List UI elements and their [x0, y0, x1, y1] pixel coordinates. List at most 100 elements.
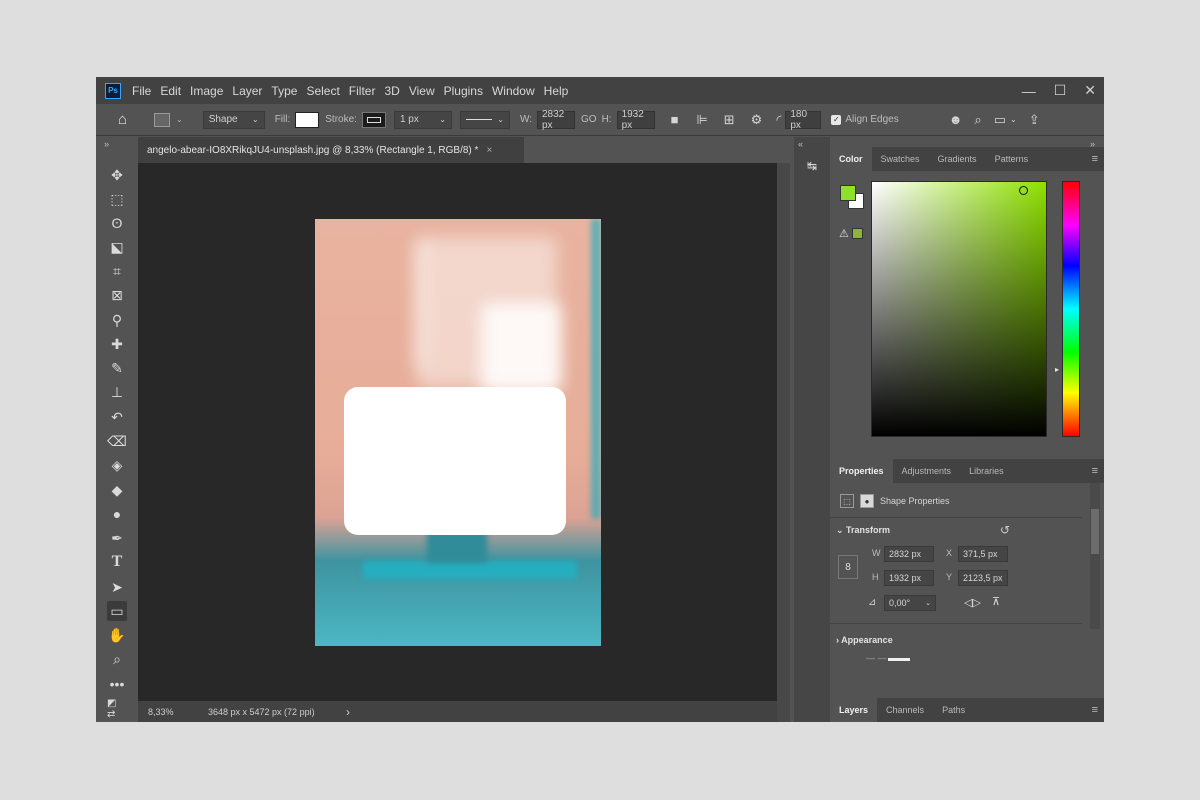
fill-swatch[interactable]: [295, 111, 320, 128]
tab-adjustments[interactable]: Adjustments: [893, 459, 961, 483]
blur-tool-icon[interactable]: ◆: [107, 480, 127, 500]
maximize-button[interactable]: ☐: [1054, 82, 1067, 99]
mask-icon[interactable]: ●: [860, 494, 874, 508]
appearance-section-header[interactable]: › Appearance: [836, 635, 893, 645]
menu-image[interactable]: Image: [190, 84, 223, 98]
lasso-tool-icon[interactable]: ʘ: [107, 213, 127, 233]
object-select-tool-icon[interactable]: ⬕: [107, 237, 127, 257]
marquee-tool-icon[interactable]: ⬚: [107, 189, 127, 209]
collapse-dock-icon[interactable]: «: [798, 139, 803, 149]
tab-libraries[interactable]: Libraries: [960, 459, 1013, 483]
brush-tool-icon[interactable]: ✎: [107, 358, 127, 378]
color-picker-marker[interactable]: [1019, 186, 1028, 195]
type-tool-icon[interactable]: T: [107, 552, 127, 572]
menu-type[interactable]: Type: [271, 84, 297, 98]
panel-menu-icon[interactable]: ≡: [1092, 465, 1098, 477]
close-window-button[interactable]: ✕: [1084, 82, 1096, 99]
share-user-icon[interactable]: ☻: [949, 112, 963, 127]
vertical-scrollbar[interactable]: [777, 163, 790, 722]
link-dimensions-button[interactable]: 8: [838, 555, 858, 579]
corner-radius-input[interactable]: 180 px: [785, 109, 822, 131]
tab-properties[interactable]: Properties: [830, 459, 893, 483]
eraser-tool-icon[interactable]: ⌫: [107, 431, 127, 451]
healing-brush-tool-icon[interactable]: ✚: [107, 334, 127, 354]
stroke-width-field[interactable]: 1 px ⌄: [393, 110, 452, 129]
path-operations-icon[interactable]: ■: [671, 112, 679, 127]
paint-bucket-tool-icon[interactable]: ◈: [107, 455, 127, 475]
transform-h-input[interactable]: 1932 px: [884, 570, 934, 586]
tab-layers[interactable]: Layers: [830, 698, 878, 722]
hue-slider[interactable]: [1062, 181, 1080, 437]
rounded-rectangle-shape[interactable]: [344, 387, 566, 535]
gamut-correction-swatch[interactable]: [852, 228, 863, 239]
width-input[interactable]: 2832 px: [537, 109, 575, 131]
menu-select[interactable]: Select: [306, 84, 339, 98]
zoom-tool-icon[interactable]: ⌕: [107, 649, 127, 669]
history-brush-tool-icon[interactable]: ↶: [107, 407, 127, 427]
height-input[interactable]: 1932 px: [616, 109, 655, 131]
search-icon[interactable]: ⌕: [974, 112, 981, 128]
menu-3d[interactable]: 3D: [384, 84, 399, 98]
path-alignment-icon[interactable]: ⊫: [696, 112, 707, 128]
home-icon[interactable]: ⌂: [118, 112, 132, 127]
tab-paths[interactable]: Paths: [933, 698, 974, 722]
tab-swatches[interactable]: Swatches: [872, 147, 929, 171]
eyedropper-tool-icon[interactable]: ⚲: [107, 310, 127, 330]
menu-view[interactable]: View: [409, 84, 435, 98]
clone-stamp-tool-icon[interactable]: ⊥: [107, 382, 127, 402]
crop-tool-icon[interactable]: ⌗: [107, 261, 127, 281]
hue-slider-arrow-icon[interactable]: ▸: [1055, 365, 1059, 374]
path-arrangement-icon[interactable]: ⊞: [724, 112, 735, 128]
swap-colors-icon[interactable]: ◩ ⇄: [107, 698, 127, 720]
menu-layer[interactable]: Layer: [232, 84, 262, 98]
frame-tool-icon[interactable]: ⊠: [107, 285, 127, 305]
tab-color[interactable]: Color: [830, 147, 872, 171]
tab-patterns[interactable]: Patterns: [986, 147, 1038, 171]
history-panel-icon[interactable]: ↹: [801, 155, 823, 177]
menu-plugins[interactable]: Plugins: [444, 84, 483, 98]
status-menu-arrow[interactable]: ›: [346, 705, 350, 719]
zoom-level[interactable]: 8,33%: [148, 707, 204, 717]
settings-gear-icon[interactable]: ⚙: [751, 112, 763, 128]
flip-horizontal-icon[interactable]: ◁▷: [964, 596, 981, 609]
panel-menu-icon[interactable]: ≡: [1092, 704, 1098, 716]
link-dimensions-label[interactable]: GO: [581, 114, 597, 125]
more-tools-icon[interactable]: •••: [107, 674, 127, 694]
hand-tool-icon[interactable]: ✋: [107, 625, 127, 645]
menu-edit[interactable]: Edit: [160, 84, 181, 98]
collapse-tools-icon[interactable]: »: [104, 139, 109, 149]
saturation-value-picker[interactable]: [871, 181, 1047, 437]
stroke-type-dropdown[interactable]: ⌄: [459, 110, 510, 129]
transform-section-header[interactable]: ⌄ Transform: [836, 525, 890, 536]
menu-file[interactable]: File: [132, 84, 151, 98]
move-tool-icon[interactable]: ✥: [107, 165, 127, 185]
export-icon[interactable]: ⇪: [1029, 112, 1040, 128]
reset-transform-icon[interactable]: ↺: [1000, 523, 1010, 537]
tab-channels[interactable]: Channels: [877, 698, 933, 722]
foreground-background-swatches[interactable]: [840, 185, 866, 211]
close-document-icon[interactable]: ×: [486, 145, 492, 156]
panel-menu-icon[interactable]: ≡: [1092, 153, 1098, 165]
menu-filter[interactable]: Filter: [349, 84, 376, 98]
dodge-tool-icon[interactable]: ●: [107, 504, 127, 524]
menu-window[interactable]: Window: [492, 84, 535, 98]
pen-tool-icon[interactable]: ✒: [107, 528, 127, 548]
tool-preset-picker[interactable]: ⌄: [154, 112, 183, 127]
foreground-color-swatch[interactable]: [840, 185, 856, 201]
transform-x-input[interactable]: 371,5 px: [958, 546, 1008, 562]
tab-gradients[interactable]: Gradients: [929, 147, 986, 171]
tool-mode-dropdown[interactable]: Shape ⌄: [202, 110, 265, 129]
transform-w-input[interactable]: 2832 px: [884, 546, 934, 562]
stroke-swatch[interactable]: [361, 111, 386, 128]
shape-bounds-icon[interactable]: ⬚: [840, 494, 854, 508]
document-image[interactable]: [315, 219, 601, 646]
align-edges-checkbox[interactable]: ✓: [831, 114, 842, 125]
flip-vertical-icon[interactable]: ⊼: [992, 595, 1000, 608]
properties-scroll-thumb[interactable]: [1091, 509, 1099, 554]
minimize-button[interactable]: —: [1022, 83, 1036, 99]
menu-help[interactable]: Help: [544, 84, 569, 98]
canvas-area[interactable]: [138, 163, 777, 701]
workspace-icon[interactable]: ▭: [994, 112, 1006, 128]
path-select-tool-icon[interactable]: ➤: [107, 577, 127, 597]
document-tab[interactable]: angelo-abear-IO8XRikqJU4-unsplash.jpg @ …: [138, 137, 524, 163]
